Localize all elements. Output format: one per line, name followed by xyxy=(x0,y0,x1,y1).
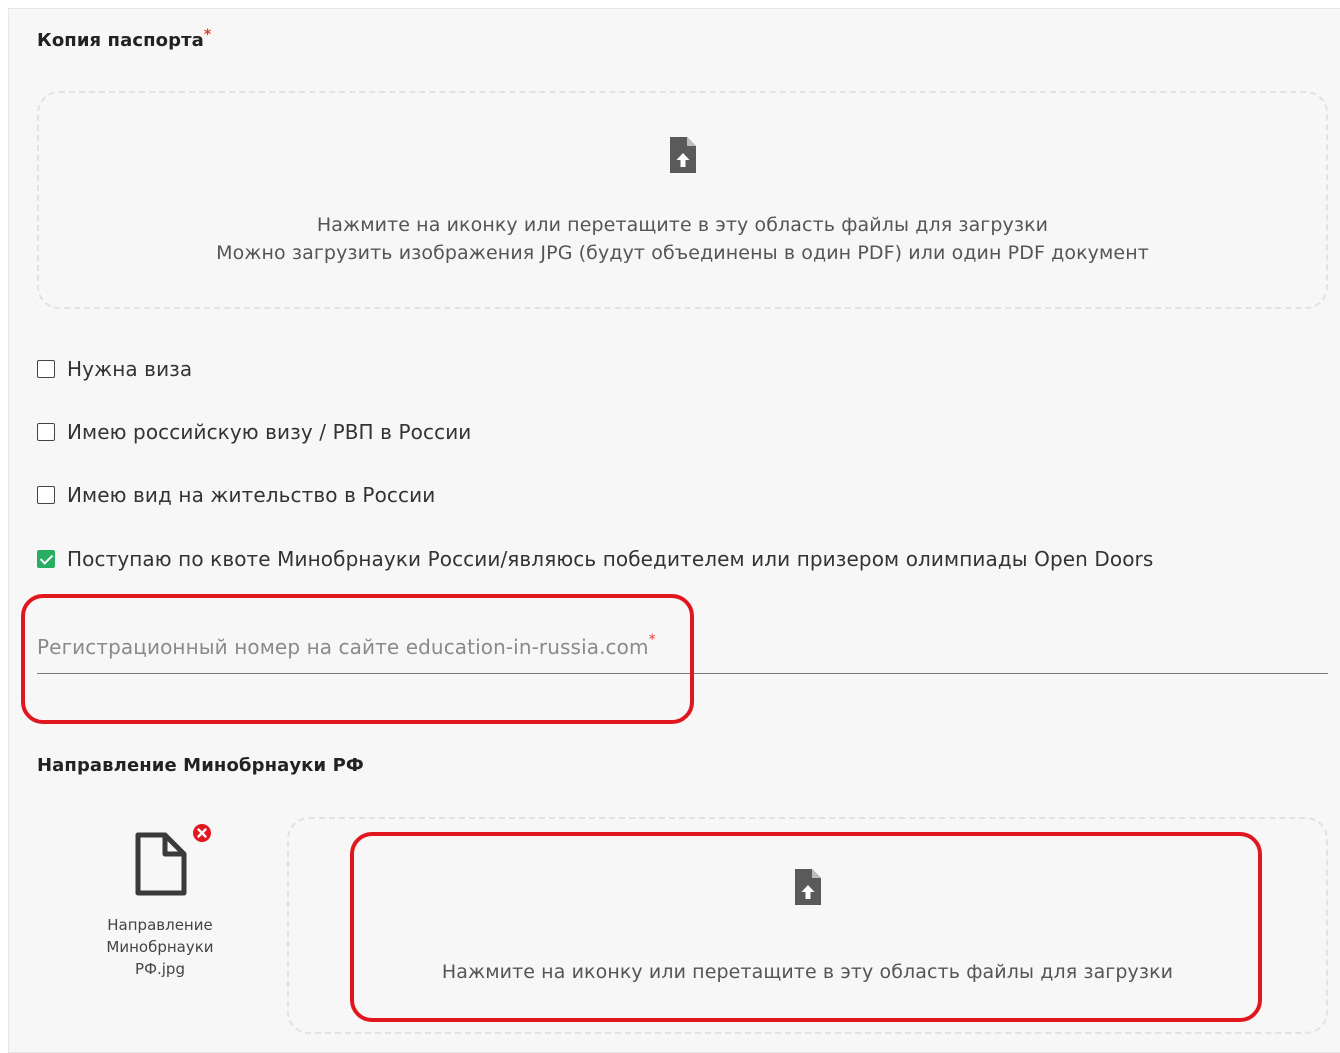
remove-icon[interactable] xyxy=(192,823,212,843)
required-asterisk: * xyxy=(203,27,212,43)
direction-dropzone-line1: Нажмите на иконку или перетащите в эту о… xyxy=(441,961,1174,983)
registration-number-field[interactable]: Регистрационный номер на сайте education… xyxy=(37,628,1332,674)
checkbox-box[interactable] xyxy=(37,360,55,378)
passport-dropzone-line2: Можно загрузить изображения JPG (будут о… xyxy=(216,242,1149,264)
checkbox-box[interactable] xyxy=(37,423,55,441)
registration-number-input[interactable] xyxy=(37,628,1332,674)
document-icon xyxy=(135,832,187,896)
passport-dropzone-line1: Нажмите на иконку или перетащите в эту о… xyxy=(316,214,1049,236)
passport-dropzone[interactable]: Нажмите на иконку или перетащите в эту о… xyxy=(37,91,1328,309)
file-upload-icon[interactable] xyxy=(793,868,823,906)
checkbox-label: Нужна виза xyxy=(67,357,193,381)
checkbox-label: Поступаю по квоте Минобрнауки России/явл… xyxy=(67,547,1154,571)
passport-title-text: Копия паспорта xyxy=(37,30,204,51)
checkbox-residence-permit[interactable]: Имею вид на жительство в России xyxy=(37,483,435,507)
checkbox-need-visa[interactable]: Нужна виза xyxy=(37,357,192,381)
checkbox-label: Имею российскую визу / РВП в России xyxy=(67,420,472,444)
uploaded-file-name: Направление Минобрнауки РФ.jpg xyxy=(106,916,214,978)
file-upload-icon[interactable] xyxy=(668,136,698,174)
checkbox-box[interactable] xyxy=(37,486,55,504)
direction-section-title: Направление Минобрнауки РФ xyxy=(37,755,364,776)
checkbox-label: Имею вид на жительство в России xyxy=(67,483,436,507)
checkbox-russian-visa[interactable]: Имею российскую визу / РВП в России xyxy=(37,420,471,444)
checkbox-box-checked[interactable] xyxy=(37,550,55,568)
checkbox-quota[interactable]: Поступаю по квоте Минобрнауки России/явл… xyxy=(37,547,1153,571)
direction-dropzone[interactable]: Нажмите на иконку или перетащите в эту о… xyxy=(287,817,1328,1034)
passport-section-title: Копия паспорта* xyxy=(37,27,212,51)
